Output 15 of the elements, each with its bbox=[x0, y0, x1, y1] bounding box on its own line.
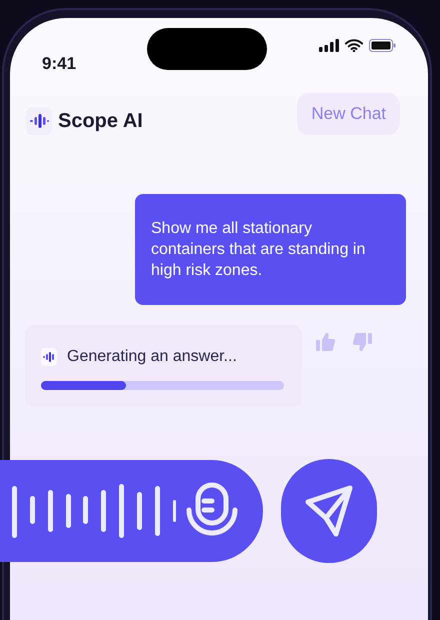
wifi-icon bbox=[345, 39, 363, 52]
new-chat-button[interactable]: New Chat bbox=[297, 93, 400, 135]
signal-icon bbox=[319, 39, 339, 52]
voice-input-bar[interactable] bbox=[0, 460, 263, 562]
user-message: Show me all stationary containers that are standing in high risk zones. bbox=[135, 194, 406, 305]
status-time: 9:41 bbox=[42, 52, 76, 74]
waveform-icon bbox=[12, 482, 176, 540]
thumbs-down-icon[interactable] bbox=[353, 333, 372, 351]
battery-icon bbox=[369, 39, 396, 52]
logo-icon bbox=[41, 348, 57, 366]
thumbs-up-icon[interactable] bbox=[316, 333, 335, 351]
status-text: Generating an answer... bbox=[67, 347, 237, 367]
logo-icon bbox=[26, 107, 52, 135]
paper-plane-icon bbox=[304, 484, 354, 538]
app-title: Scope AI bbox=[58, 109, 143, 134]
